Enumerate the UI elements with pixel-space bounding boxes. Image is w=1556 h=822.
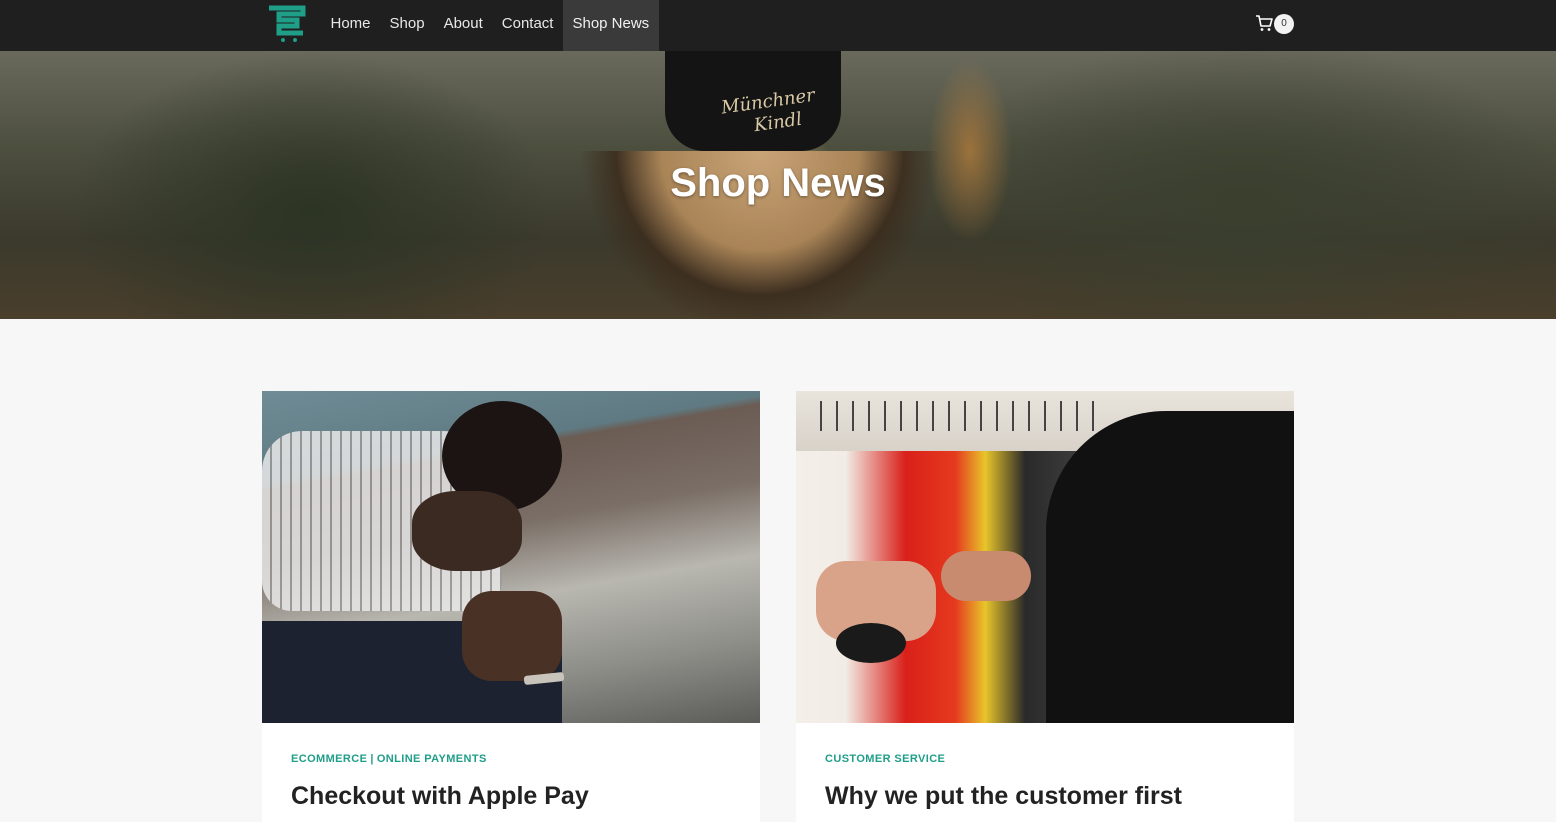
nav-home[interactable]: Home <box>321 0 380 51</box>
shop-logo-icon[interactable] <box>266 5 306 43</box>
post-title[interactable]: Checkout with Apple Pay <box>291 780 731 812</box>
nav-shop[interactable]: Shop <box>380 0 434 51</box>
cart-count-badge: 0 <box>1274 14 1294 34</box>
category-link[interactable]: CUSTOMER SERVICE <box>825 753 945 765</box>
category-link[interactable]: ECOMMERCE <box>291 753 367 765</box>
page-title: Shop News <box>670 161 886 205</box>
wrist-watch <box>836 623 906 663</box>
person-face <box>412 491 522 571</box>
site-header: Home Shop About Contact Shop News 0 <box>0 0 1556 51</box>
person-arms <box>462 591 562 681</box>
post-categories: CUSTOMER SERVICE <box>825 752 1265 766</box>
person-hand <box>941 551 1031 601</box>
post-image[interactable] <box>796 391 1294 723</box>
category-link[interactable]: ONLINE PAYMENTS <box>377 753 487 765</box>
category-separator: | <box>370 753 374 765</box>
cart-icon <box>1256 15 1273 31</box>
post-card[interactable]: CUSTOMER SERVICE Why we put the customer… <box>796 391 1294 822</box>
hero-banner: Münchner Kindl Shop News <box>0 51 1556 319</box>
cart-button[interactable]: 0 <box>1255 13 1297 35</box>
post-image[interactable] <box>262 391 760 723</box>
post-card[interactable]: ECOMMERCE | ONLINE PAYMENTS Checkout with … <box>262 391 760 822</box>
hangers <box>806 401 1096 431</box>
post-title[interactable]: Why we put the customer first <box>825 780 1265 812</box>
nav-shop-news[interactable]: Shop News <box>562 0 659 51</box>
post-categories: ECOMMERCE | ONLINE PAYMENTS <box>291 752 731 766</box>
main-nav: Home Shop About Contact Shop News <box>321 0 659 51</box>
nav-about[interactable]: About <box>434 0 492 51</box>
person-jacket <box>1046 411 1294 723</box>
nav-contact[interactable]: Contact <box>492 0 563 51</box>
